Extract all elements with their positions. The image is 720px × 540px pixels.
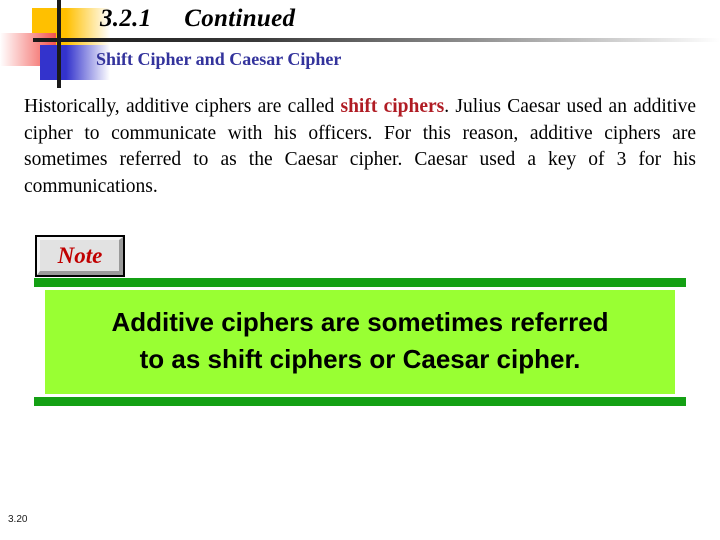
callout-line-1: Additive ciphers are sometimes referred [111, 307, 609, 337]
logo-blue-square [40, 45, 66, 80]
callout-bottom-bar [34, 397, 686, 406]
title-divider [60, 38, 720, 42]
slide-subtitle: Shift Cipher and Caesar Cipher [96, 49, 342, 69]
note-badge: Note [35, 235, 125, 277]
callout-text: Additive ciphers are sometimes referred … [45, 290, 675, 394]
page-number: 3.20 [8, 514, 28, 525]
callout-box: Additive ciphers are sometimes referred … [34, 278, 686, 406]
logo-vertical-line [57, 0, 61, 88]
callout-top-bar [34, 278, 686, 287]
body-paragraph: Historically, additive ciphers are calle… [24, 94, 696, 200]
body-highlight: shift ciphers [340, 96, 445, 117]
slide: 3.2.1 Continued Shift Cipher and Caesar … [0, 0, 720, 540]
body-segment-1: Historically, additive ciphers are calle… [24, 96, 341, 117]
note-label: Note [57, 243, 103, 268]
callout-line-2: to as shift ciphers or Caesar cipher. [139, 344, 581, 374]
slide-title: 3.2.1 Continued [100, 5, 296, 32]
header-logo-icon [0, 0, 110, 88]
